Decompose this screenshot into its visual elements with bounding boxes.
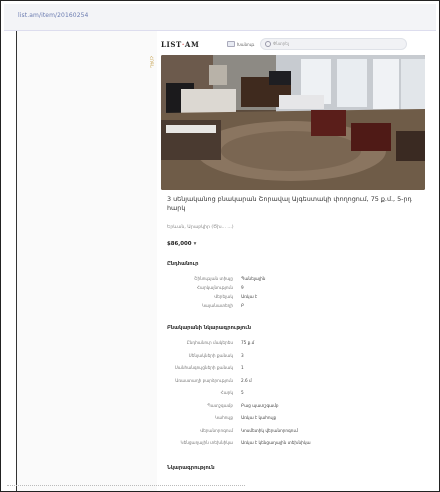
attribute-row: Առաստաղի բարձրություն 2.6 մ (161, 378, 411, 386)
attribute-row: Պատշգամբ Բաց պատշգամբ (161, 403, 411, 411)
attribute-label: Սանհանգույցների քանակ (174, 365, 233, 370)
listing-title: 3 սենյականոց բնակարան Շորավալ Այգեստակի … (167, 195, 412, 212)
apartment-section-title: Բնակարանի նկարագրություն (167, 325, 252, 331)
attribute-value: Կոսմետիկ վերանորոգում (241, 427, 298, 433)
side-badge[interactable]: ՀՈԳՆ (148, 56, 154, 78)
logo-text-end: AM (184, 40, 200, 49)
attribute-row: Շինության տիպը Պանելային (161, 276, 411, 284)
listing-price: $86,000 ▾ (167, 241, 196, 247)
grid-icon (227, 41, 235, 47)
site-logo[interactable]: LIST·AM (161, 40, 199, 49)
room-image (161, 55, 425, 190)
attribute-row: Վերելակ Առկա է (161, 294, 411, 302)
search-input[interactable]: Փնտրել (260, 38, 407, 50)
search-placeholder: Փնտրել (273, 41, 289, 46)
general-section-title: Ընդհանուր (167, 261, 199, 267)
attribute-row: Կայանատեղի Բ (161, 303, 411, 311)
attribute-value: Պանելային (241, 276, 266, 281)
attribute-label: Կահույք (214, 415, 233, 420)
attribute-row: Կահույք Առկա է կահույք (161, 415, 411, 423)
address-bar[interactable]: list.am/item/20160254 (4, 4, 436, 31)
attribute-row: Հարկայնություն 9 (161, 285, 411, 293)
attribute-row: Ընդհանուր մակերես 75 ք.մ (161, 340, 411, 348)
attribute-row: Կենցաղային տեխնիկա Առկա է կենցաղային տեխն… (161, 440, 411, 448)
attribute-label: Վերելակ (214, 294, 233, 299)
attribute-value: 9 (241, 285, 244, 290)
currency-dropdown[interactable]: ▾ (194, 241, 197, 247)
attribute-value: Բ (241, 303, 245, 308)
url-text[interactable]: list.am/item/20160254 (18, 12, 88, 19)
attribute-row: Սենյակների քանակ 3 (161, 353, 411, 361)
description-section-title: Նկարագրություն (167, 465, 215, 471)
attribute-label: Վերանորոգում (199, 427, 233, 433)
attribute-label: Առաստաղի բարձրություն (175, 377, 233, 383)
attribute-value: 5 (241, 390, 244, 395)
attribute-row: Հարկ 5 (161, 390, 411, 398)
logo-text: LIST (161, 40, 182, 49)
attribute-label: Հարկ (220, 390, 233, 395)
attribute-value: 75 ք.մ (241, 340, 255, 345)
attribute-value: Բաց պատշգամբ (241, 402, 279, 408)
nav-shop-label: Խանութ (237, 41, 255, 47)
attribute-label: Հարկայնություն (196, 285, 233, 290)
attribute-value: 1 (241, 365, 244, 370)
nav-shop[interactable]: Խանութ (227, 41, 254, 47)
site-header: LIST·AM Խանութ Փնտրել (157, 34, 433, 56)
search-icon (265, 41, 271, 47)
listing-location[interactable]: Երևան, Արաբկիր (Ծխ... ...) (167, 225, 234, 230)
attribute-label: Սենյակների քանակ (188, 352, 233, 358)
price-value: $86,000 (167, 241, 192, 247)
listing-photo[interactable] (161, 55, 425, 190)
attribute-value: 3 (241, 352, 244, 358)
browser-window: list.am/item/20160254 LIST·AM Խանութ Փնտ… (0, 0, 440, 492)
attribute-label: Պատշգամբ (207, 402, 233, 408)
attribute-value: Առկա է (241, 294, 258, 299)
left-panel (17, 31, 157, 491)
description-placeholder-line (7, 485, 245, 488)
attribute-label: Ընդհանուր մակերես (186, 340, 233, 345)
attribute-label: Կենցաղային տեխնիկա (180, 440, 234, 445)
attribute-value: Առկա է կահույք (241, 415, 277, 420)
attribute-value: 2.6 մ (241, 377, 252, 383)
attribute-label: Կայանատեղի (201, 303, 233, 308)
attribute-label: Շինության տիպը (194, 276, 233, 281)
attribute-value: Առկա է կենցաղային տեխնիկա (241, 440, 311, 445)
attribute-row: Վերանորոգում Կոսմետիկ վերանորոգում (161, 428, 411, 436)
attribute-row: Սանհանգույցների քանակ 1 (161, 365, 411, 373)
